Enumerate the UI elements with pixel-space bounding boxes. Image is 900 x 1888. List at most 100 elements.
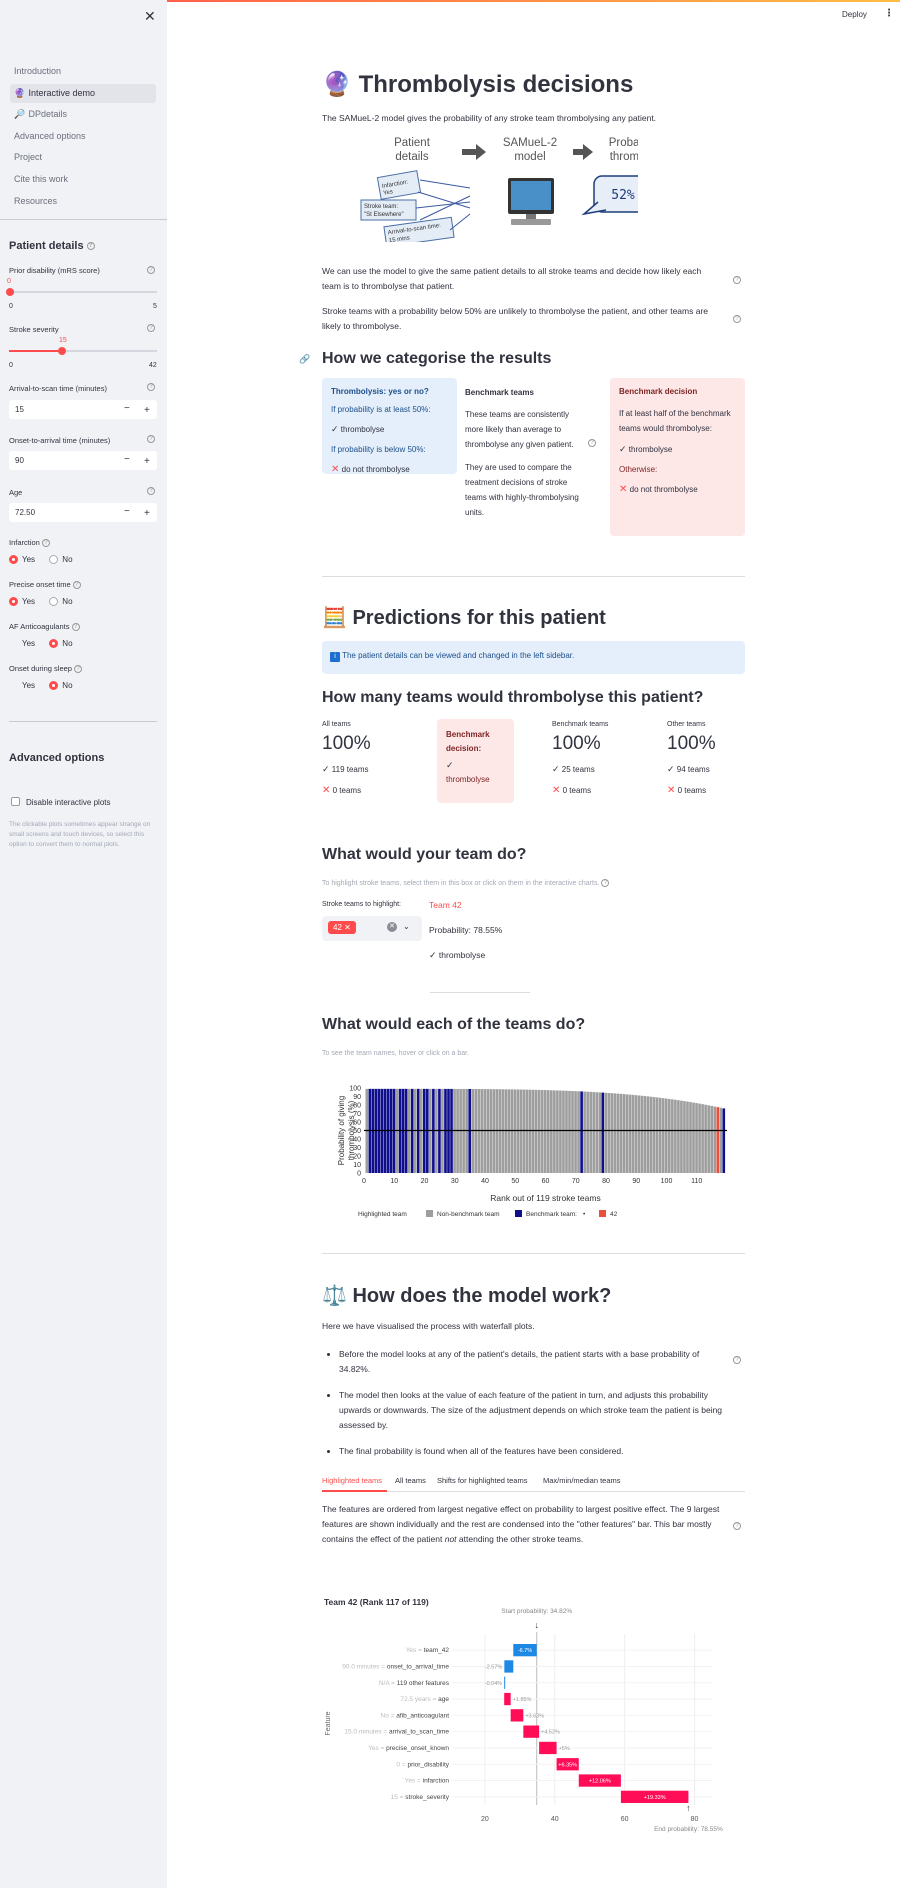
nav-project[interactable]: Project xyxy=(10,148,156,167)
input-value[interactable]: 90 xyxy=(15,456,24,465)
slider-thumb[interactable] xyxy=(58,347,66,355)
help-icon[interactable]: ? xyxy=(733,1522,741,1530)
waterfall-bar-label: +4.52% xyxy=(541,1730,560,1736)
team-bar xyxy=(707,1105,710,1173)
help-icon[interactable]: ? xyxy=(147,266,155,274)
chevron-down-icon[interactable]: ⌄ xyxy=(403,922,410,931)
feature-value: N/A = xyxy=(379,1680,397,1687)
page-title: 🔮 Thrombolysis decisions xyxy=(322,70,633,99)
tab-all-teams[interactable]: All teams xyxy=(395,1476,426,1485)
af-anticoagulants-radio[interactable]: Yes No xyxy=(9,639,85,649)
team-chip[interactable]: 42 ✕ xyxy=(328,921,356,934)
help-icon[interactable]: ? xyxy=(41,539,50,548)
radio-yes[interactable] xyxy=(9,639,18,649)
help-icon[interactable]: ? xyxy=(733,1356,741,1364)
team-bar xyxy=(498,1089,502,1173)
feature-label: Yes = team_42 xyxy=(406,1647,450,1654)
slider-thumb[interactable] xyxy=(6,288,14,296)
radio-no[interactable] xyxy=(49,597,59,607)
team-bar xyxy=(628,1094,632,1173)
link-icon[interactable]: 🔗 xyxy=(299,354,310,365)
y-axis-label-line: thrombolysis (%) xyxy=(347,1100,356,1160)
team-bar xyxy=(680,1100,683,1173)
benchmark-decision-box: Benchmark decision If at least half of t… xyxy=(610,378,745,536)
team-bar xyxy=(604,1092,608,1173)
radio-yes[interactable] xyxy=(9,555,18,565)
input-value[interactable]: 72.50 xyxy=(15,508,35,517)
help-icon[interactable]: ? xyxy=(147,383,155,391)
help-icon[interactable]: ? xyxy=(74,665,83,674)
help-icon[interactable]: ? xyxy=(588,439,596,447)
tab-max-min-median[interactable]: Max/min/median teams xyxy=(543,1476,621,1485)
deploy-button[interactable]: Deploy xyxy=(842,10,867,19)
legend-label: Benchmark team: xyxy=(526,1211,577,1218)
radio-no[interactable] xyxy=(49,555,59,565)
help-icon[interactable]: ? xyxy=(733,276,741,284)
disable-interactive-label[interactable]: Disable interactive plots xyxy=(26,798,110,807)
help-icon[interactable]: ? xyxy=(86,242,95,251)
x-tick-label: 90 xyxy=(632,1178,640,1185)
help-icon[interactable]: ? xyxy=(733,315,741,323)
tab-highlighted-teams[interactable]: Highlighted teams xyxy=(322,1476,382,1485)
help-icon[interactable]: ? xyxy=(71,623,80,632)
prior-disability-value: 0 xyxy=(7,278,11,285)
team-multiselect[interactable]: 42 ✕ ✕ ⌄ xyxy=(322,916,422,941)
clear-icon[interactable]: ✕ xyxy=(387,922,397,932)
kebab-icon[interactable]: ⋮ xyxy=(884,8,894,19)
help-icon[interactable]: ? xyxy=(147,487,155,495)
arrival-to-scan-input[interactable]: 15 − + xyxy=(9,400,157,419)
svg-text:Stroke team:: Stroke team: xyxy=(364,204,398,210)
team-probability-chart[interactable]: 01020304050607080901000 10 20 30 40 50 60 70 80 9… xyxy=(336,1080,746,1225)
onset-during-sleep-radio[interactable]: Yes No xyxy=(9,681,85,691)
highlighted-team-decision: ✓ thrombolyse xyxy=(429,950,485,961)
stroke-severity-slider[interactable] xyxy=(9,347,157,355)
nav-dpdetails[interactable]: 🔎 DPdetails xyxy=(10,105,156,124)
nav-interactive-demo[interactable]: 🔮 Interactive demo xyxy=(10,83,156,103)
plus-icon[interactable]: + xyxy=(144,506,150,521)
prior-disability-slider[interactable] xyxy=(6,288,157,296)
radio-no[interactable] xyxy=(49,639,59,649)
nav-advanced-options[interactable]: Advanced options xyxy=(10,127,156,146)
help-icon[interactable]: ? xyxy=(147,324,155,332)
help-icon[interactable]: ? xyxy=(147,435,155,443)
onset-to-arrival-input[interactable]: 90 − + xyxy=(9,451,157,470)
close-sidebar-icon[interactable]: ✕ xyxy=(144,8,156,25)
prior-disability-label: Prior disability (mRS score) xyxy=(9,266,100,275)
disable-interactive-checkbox[interactable] xyxy=(11,797,20,806)
sidebar-nav: Introduction 🔮 Interactive demo 🔎 DPdeta… xyxy=(10,62,156,213)
legend-title: Highlighted team xyxy=(358,1211,407,1218)
radio-no[interactable] xyxy=(49,681,59,691)
box-line: thrombolyse xyxy=(628,445,673,454)
nav-introduction[interactable]: Introduction xyxy=(10,62,156,81)
precise-onset-label-text: Precise onset time xyxy=(9,580,71,589)
nav-cite[interactable]: Cite this work xyxy=(10,170,156,189)
infarction-card: Infarction: Yes xyxy=(376,170,422,200)
age-input[interactable]: 72.50 − + xyxy=(9,503,157,522)
check-icon: ✓ xyxy=(552,764,560,774)
team-bar xyxy=(658,1097,662,1173)
tab-shifts[interactable]: Shifts for highlighted teams xyxy=(437,1476,527,1485)
probability-value: 52% xyxy=(611,188,635,203)
disable-interactive-help: The clickable plots sometimes appear str… xyxy=(9,821,151,848)
help-icon[interactable]: ? xyxy=(72,581,81,590)
waterfall-bar-label: +1.85% xyxy=(513,1697,532,1703)
nav-resources[interactable]: Resources xyxy=(10,192,156,211)
minus-icon[interactable]: − xyxy=(124,403,130,414)
minus-icon[interactable]: − xyxy=(124,454,130,465)
feature-name: prior_disability xyxy=(407,1761,449,1768)
radio-yes[interactable] xyxy=(9,597,18,607)
infarction-radio[interactable]: Yes No xyxy=(9,555,85,565)
waterfall-chart[interactable]: Team 42 (Rank 117 of 119) 20 40 60 80 Start p… xyxy=(322,1590,745,1850)
team-bar xyxy=(631,1094,635,1173)
feature-value: 72.5 years = xyxy=(400,1696,438,1703)
slider-max: 42 xyxy=(149,362,157,369)
legend-swatch-non-benchmark xyxy=(426,1210,433,1217)
radio-yes[interactable] xyxy=(9,681,18,691)
minus-icon[interactable]: − xyxy=(124,506,130,517)
precise-onset-radio[interactable]: Yes No xyxy=(9,597,85,607)
help-icon[interactable]: ? xyxy=(601,879,610,887)
input-value[interactable]: 15 xyxy=(15,405,24,414)
plus-icon[interactable]: + xyxy=(144,403,150,418)
model-work-title: ⚖️ How does the model work? xyxy=(322,1283,611,1308)
plus-icon[interactable]: + xyxy=(144,454,150,469)
